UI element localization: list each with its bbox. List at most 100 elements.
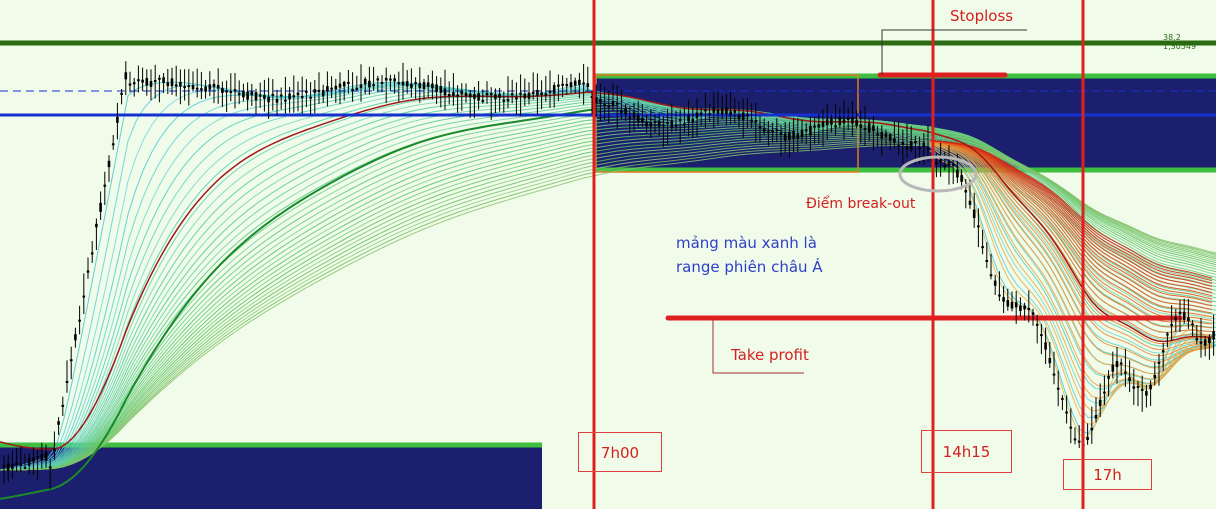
candle-body	[985, 260, 989, 262]
candle-body	[124, 72, 128, 80]
candle-body	[284, 99, 287, 102]
candle-body	[342, 81, 346, 87]
candle-body	[922, 142, 926, 148]
candle-body	[1182, 311, 1186, 320]
candle-body	[1191, 323, 1194, 326]
candle-body	[510, 93, 514, 96]
candle-body	[242, 90, 245, 98]
candle-body	[317, 89, 321, 92]
candle-body	[939, 159, 942, 162]
candle-body	[137, 79, 140, 82]
candle-body	[1178, 311, 1182, 314]
candle-body	[431, 83, 434, 89]
candle-body	[74, 334, 77, 341]
candle-body	[179, 81, 182, 87]
candle-body	[44, 452, 48, 461]
candle-body	[704, 109, 707, 112]
candle-body	[1187, 317, 1190, 322]
candle-body	[149, 81, 153, 87]
candle-body	[200, 88, 203, 91]
candle-body	[1065, 411, 1068, 414]
candle-body	[111, 143, 115, 146]
candle-body	[972, 209, 976, 218]
fib-level-label: 38,2 1,30549	[1163, 33, 1197, 51]
candle-body	[1014, 302, 1018, 308]
candle-body	[347, 81, 350, 84]
candle-body	[842, 119, 846, 124]
candle-body	[830, 118, 833, 125]
candle-body	[893, 138, 896, 143]
candle-body	[1019, 305, 1022, 311]
candle-body	[1107, 376, 1110, 379]
stoploss-leader	[881, 29, 1027, 75]
candle-body	[498, 93, 501, 98]
candle-body	[1166, 333, 1169, 336]
candle-body	[1170, 323, 1173, 326]
candle-body	[914, 141, 917, 143]
candle-body	[460, 90, 464, 95]
candle-body	[1153, 375, 1157, 379]
candle-body	[174, 84, 178, 87]
candle-body	[888, 134, 892, 141]
candle-body	[670, 120, 674, 129]
candle-body	[1199, 341, 1203, 344]
candle-body	[372, 84, 375, 87]
candle-body	[1090, 427, 1094, 431]
candle-body	[48, 466, 52, 469]
candle-body	[687, 115, 690, 122]
candle-body	[99, 202, 102, 212]
candle-body	[624, 107, 627, 115]
candle-body	[775, 129, 779, 132]
candle-body	[1044, 342, 1047, 350]
candle-body	[1031, 312, 1035, 315]
candle-body	[250, 91, 254, 96]
candle-body	[1208, 337, 1211, 344]
candle-body	[426, 82, 430, 87]
candle-body	[225, 90, 228, 93]
candle-body	[267, 96, 270, 103]
candle-body	[519, 92, 522, 95]
candle-body	[632, 112, 636, 119]
candle-body	[989, 274, 993, 277]
candle-body	[947, 161, 951, 166]
candle-body	[2, 465, 6, 467]
candle-body	[855, 119, 858, 126]
candle-body	[107, 160, 111, 168]
candle-body	[569, 82, 573, 88]
candle-body	[468, 93, 472, 98]
candle-body	[821, 121, 825, 127]
candle-body	[565, 84, 569, 87]
candle-body	[720, 108, 724, 114]
candle-body	[1145, 391, 1148, 396]
candle-body	[162, 77, 165, 83]
candle-body	[548, 90, 552, 93]
candle-body	[863, 128, 867, 130]
candle-body	[389, 78, 392, 81]
candle-body	[737, 114, 741, 120]
candle-body	[1073, 438, 1077, 441]
candle-body	[838, 116, 842, 126]
candle-body	[586, 83, 590, 87]
candle-body	[1128, 377, 1131, 382]
candle-body	[19, 463, 23, 466]
candle-body	[36, 456, 39, 459]
trading-chart: 38,2 1,30549 Stoploss Điểm break-out mản…	[0, 0, 1216, 509]
candle-body	[355, 87, 359, 90]
candle-body	[561, 83, 564, 86]
asia-range-note-line1: mảng màu xanh là	[676, 234, 817, 252]
candle-body	[145, 78, 149, 86]
candle-body	[733, 110, 737, 113]
candle-body	[636, 114, 640, 122]
candle-body	[246, 91, 249, 100]
candle-body	[271, 93, 275, 96]
candle-body	[956, 169, 959, 178]
candle-body	[158, 77, 161, 80]
take-profit-label: Take profit	[731, 346, 809, 364]
candle-body	[935, 162, 938, 165]
candle-body	[1027, 308, 1031, 310]
candle-body	[254, 92, 258, 101]
candle-body	[506, 99, 510, 102]
candle-body	[1136, 385, 1140, 388]
candle-body	[494, 94, 497, 100]
asia-range-note-line2: range phiên châu Á	[676, 258, 823, 276]
